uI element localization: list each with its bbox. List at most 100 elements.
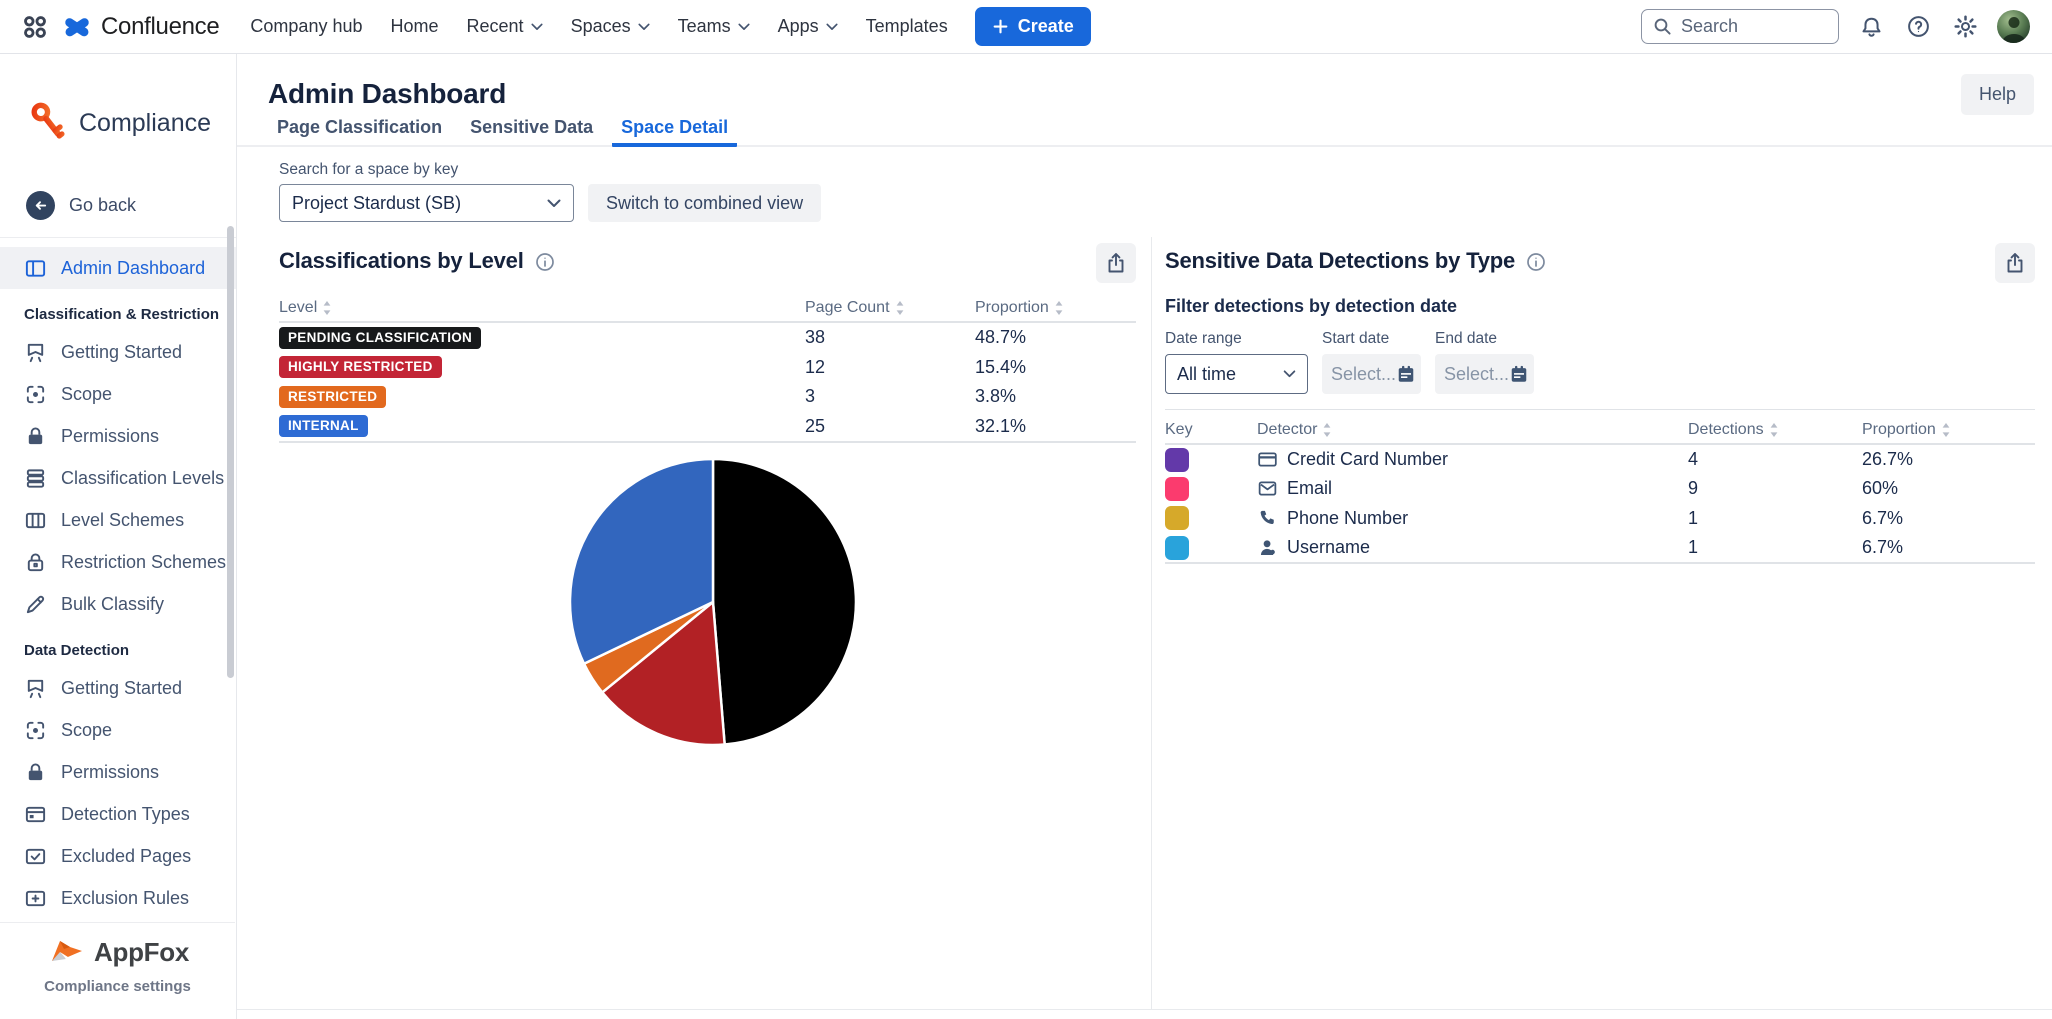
nav-item-label: Apps (778, 16, 819, 37)
sidebar-item-label: Detection Types (61, 804, 190, 825)
confluence-logo[interactable]: Confluence (62, 12, 219, 42)
info-icon[interactable] (1526, 252, 1546, 272)
sidebar-item-label: Permissions (61, 426, 159, 447)
search-box[interactable] (1641, 9, 1839, 44)
chevron-down-icon (1283, 370, 1296, 378)
sidebar-item-classification-levels[interactable]: Classification Levels (0, 457, 236, 499)
page-count-cell: 38 (805, 327, 975, 348)
end-date-input[interactable]: Select... (1435, 354, 1534, 394)
key-icon (26, 100, 68, 146)
email-icon (1257, 478, 1278, 499)
space-select[interactable]: Project Stardust (SB) (279, 184, 574, 222)
classification-row-pending-classification: PENDING CLASSIFICATION 38 48.7% (279, 323, 1136, 353)
flag-icon (24, 677, 47, 700)
sidebar-item-scope[interactable]: Scope (0, 709, 236, 751)
detector-row-username: Username 1 6.7% (1165, 533, 2035, 562)
gear-icon[interactable] (1950, 12, 1980, 42)
bell-icon[interactable] (1856, 12, 1886, 42)
nav-item-company-hub[interactable]: Company hub (239, 8, 373, 45)
pencil-icon (24, 593, 47, 616)
proportion-cell: 3.8% (975, 386, 1136, 407)
flag-icon (24, 341, 47, 364)
date-range-value: All time (1177, 364, 1236, 385)
table-header-row: LevelPage CountProportion (279, 295, 1136, 323)
proportion-cell: 6.7% (1862, 508, 2035, 529)
start-date-input[interactable]: Select... (1322, 354, 1421, 394)
sidebar-item-label: Scope (61, 720, 112, 741)
nav-item-label: Teams (678, 16, 731, 37)
sidebar-item-excluded-pages[interactable]: Excluded Pages (0, 835, 236, 877)
user-avatar[interactable] (1997, 10, 2030, 43)
sidebar-footer: AppFox Compliance settings (0, 922, 235, 1019)
sidebar-item-exclusion-rules[interactable]: Exclusion Rules (0, 877, 236, 919)
column-header-detections[interactable]: Detections (1688, 421, 1862, 439)
sidebar-item-label: Exclusion Rules (61, 888, 189, 909)
create-button[interactable]: Create (975, 7, 1091, 46)
sidebar-scrollbar[interactable] (227, 226, 234, 678)
nav-item-label: Spaces (571, 16, 631, 37)
export-button[interactable] (1995, 243, 2035, 283)
tab-page-classification[interactable]: Page Classification (268, 115, 451, 147)
sidebar-item-bulk-classify[interactable]: Bulk Classify (0, 583, 236, 625)
help-button[interactable]: Help (1961, 74, 2034, 115)
space-filter-label: Search for a space by key (279, 161, 2010, 179)
panels: Classifications by Level LevelPage Count… (279, 235, 2052, 1019)
column-header-proportion[interactable]: Proportion (1862, 421, 2035, 439)
go-back-button[interactable]: Go back (0, 188, 236, 222)
tab-space-detail[interactable]: Space Detail (612, 115, 737, 147)
nav-item-spaces[interactable]: Spaces (560, 8, 661, 45)
nav-item-home[interactable]: Home (380, 8, 450, 45)
sidebar-item-restriction-schemes[interactable]: Restriction Schemes (0, 541, 236, 583)
go-back-label: Go back (69, 195, 136, 216)
sidebar-item-detection-types[interactable]: Detection Types (0, 793, 236, 835)
column-header-detector[interactable]: Detector (1257, 421, 1688, 439)
proportion-cell: 26.7% (1862, 449, 2035, 470)
plus-box-icon (24, 887, 47, 910)
search-input[interactable] (1681, 16, 1827, 37)
date-range-select[interactable]: All time (1165, 354, 1308, 394)
column-header-page-count[interactable]: Page Count (805, 299, 975, 317)
nav-item-label: Home (391, 16, 439, 37)
sidebar-item-level-schemes[interactable]: Level Schemes (0, 499, 236, 541)
proportion-cell: 15.4% (975, 357, 1136, 378)
sidebar-item-label: Bulk Classify (61, 594, 164, 615)
help-icon[interactable] (1903, 12, 1933, 42)
nav-item-templates[interactable]: Templates (855, 8, 959, 45)
columns-icon (24, 509, 47, 532)
nav-item-teams[interactable]: Teams (667, 8, 761, 45)
space-select-value: Project Stardust (SB) (292, 193, 461, 214)
app-switcher-icon[interactable] (22, 14, 48, 40)
classification-badge: HIGHLY RESTRICTED (279, 356, 442, 378)
checkbox-icon (24, 845, 47, 868)
confluence-logo-icon (62, 12, 92, 42)
nav-item-recent[interactable]: Recent (456, 8, 554, 45)
classifications-panel: Classifications by Level LevelPage Count… (279, 235, 1136, 443)
end-date-placeholder: Select... (1444, 364, 1509, 385)
export-button[interactable] (1096, 243, 1136, 283)
column-header-level[interactable]: Level (279, 299, 805, 317)
scope-icon (24, 719, 47, 742)
sidebar-item-getting-started[interactable]: Getting Started (0, 667, 236, 709)
calendar-icon (1509, 364, 1529, 384)
sidebar-item-admin-dashboard[interactable]: Admin Dashboard (0, 247, 236, 289)
topbar-nav: Company hub Home Recent Spaces Teams Apps Temp… (239, 8, 958, 45)
tab-sensitive-data[interactable]: Sensitive Data (461, 115, 602, 147)
sidebar-item-permissions[interactable]: Permissions (0, 415, 236, 457)
sidebar-item-label: Excluded Pages (61, 846, 191, 867)
compliance-app-logo: Compliance (0, 54, 236, 146)
pie-slice-pending-classification[interactable] (713, 459, 856, 745)
fox-icon (46, 935, 86, 969)
sidebar-item-scope[interactable]: Scope (0, 373, 236, 415)
detector-label: Username (1287, 537, 1370, 558)
classification-badge: RESTRICTED (279, 386, 386, 408)
nav-item-label: Templates (866, 16, 948, 37)
switch-combined-view-button[interactable]: Switch to combined view (588, 184, 821, 222)
info-icon[interactable] (535, 252, 555, 272)
nav-item-apps[interactable]: Apps (767, 8, 849, 45)
classification-row-internal: INTERNAL 25 32.1% (279, 412, 1136, 442)
column-header-proportion[interactable]: Proportion (975, 299, 1136, 317)
sidebar-item-getting-started[interactable]: Getting Started (0, 331, 236, 373)
sidebar-item-permissions[interactable]: Permissions (0, 751, 236, 793)
classifications-pie-chart[interactable] (561, 450, 865, 754)
detections-cell: 1 (1688, 508, 1862, 529)
